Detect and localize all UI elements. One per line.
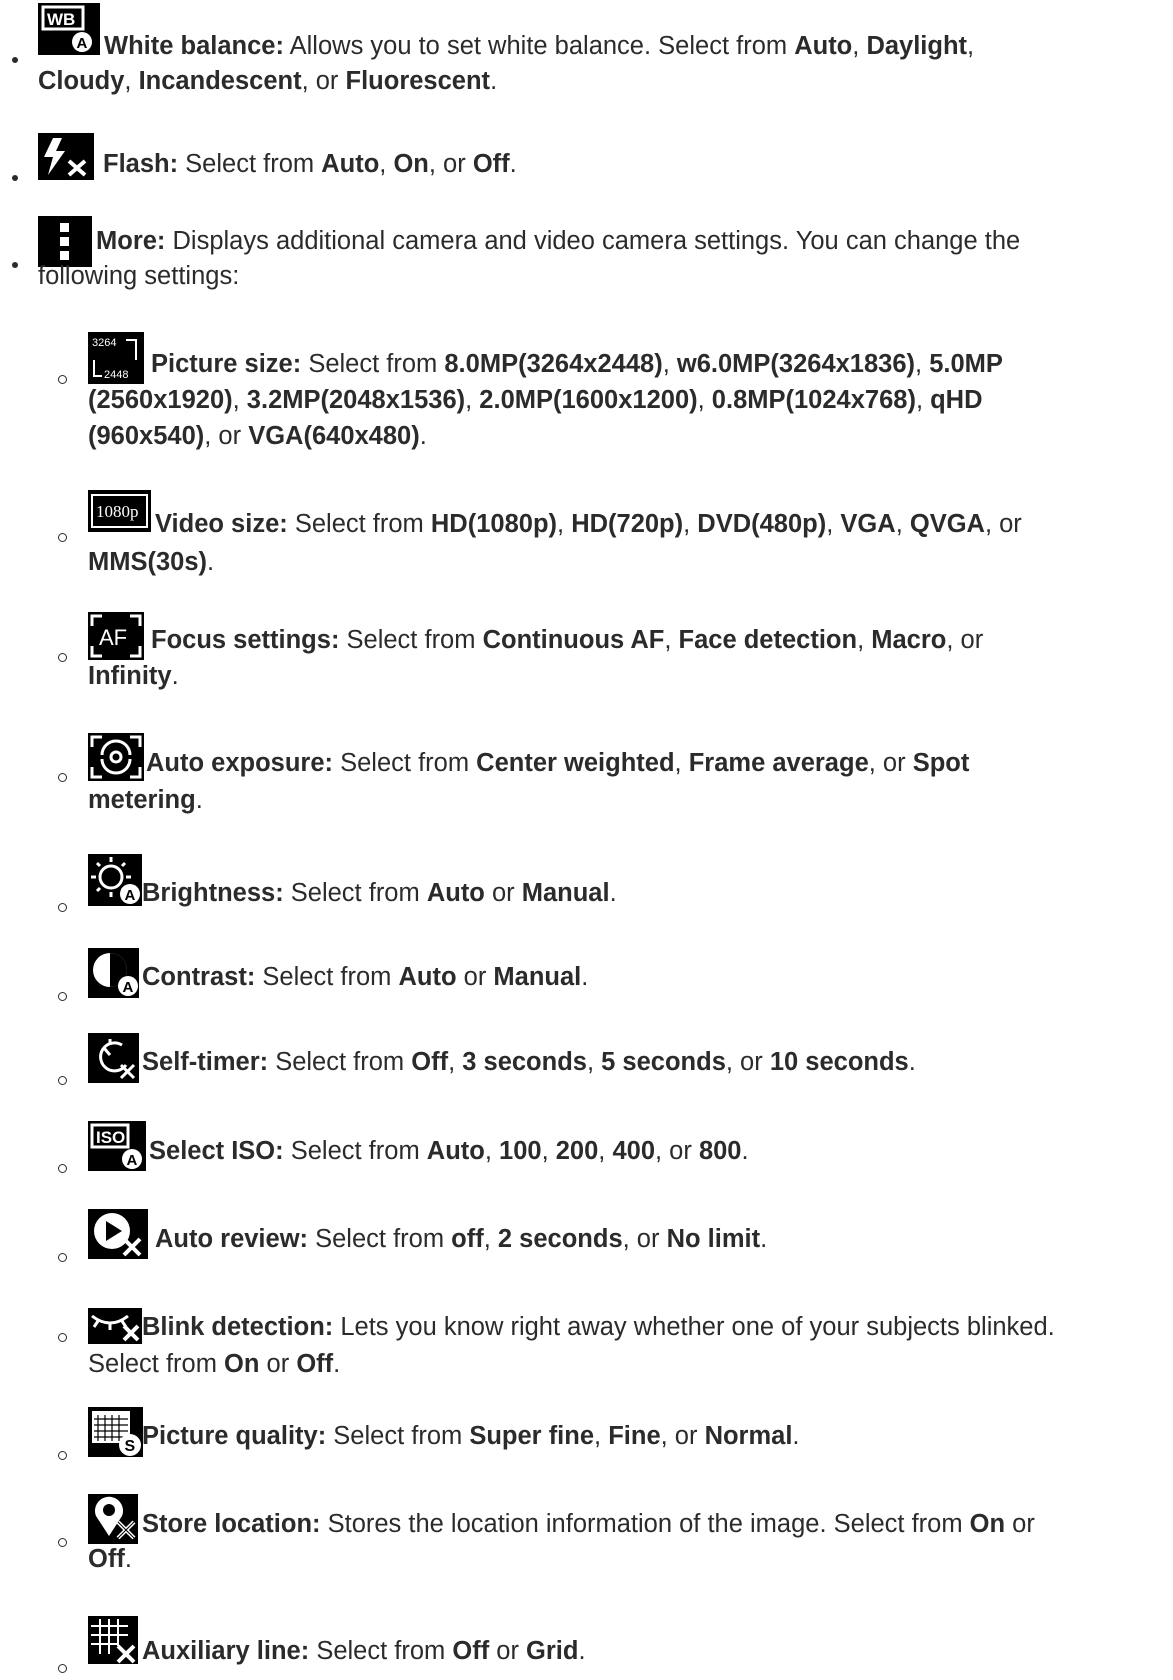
svg-text:A: A [77,35,88,52]
contrast-auto-icon: A [88,948,139,998]
list-item-flash: Flash: Select from Auto, On, or Off. [38,133,1148,183]
auto-exposure-icon [88,733,144,781]
sub-bullet [58,653,67,662]
bullet [12,175,18,181]
list-item-auto-review: Auto review: Select from off, 2 seconds,… [88,1209,1158,1261]
list-item-focus-settings: AF Focus settings: Select from Continuou… [88,612,1158,697]
svg-text:1080p: 1080p [96,502,139,521]
sub-bullet [58,533,67,542]
list-item-auto-exposure: Auto exposure: Select from Center weight… [88,733,1158,816]
list-item-brightness: A Brightness: Select from Auto or Manual… [88,854,1158,908]
svg-text:ISO: ISO [96,1128,125,1147]
svg-text:AF: AF [99,625,127,650]
sub-bullet [58,375,67,384]
svg-text:3264: 3264 [92,337,116,349]
white-balance-auto-icon: WB A [38,3,100,55]
iso-auto-icon: ISO A [88,1121,146,1171]
self-timer-off-icon [88,1033,139,1083]
sub-bullet [58,1538,67,1547]
picture-size-icon: 3264 2448 [88,332,144,384]
focus-af-icon: AF [88,612,144,660]
sub-bullet [58,1333,67,1342]
sub-bullet [58,1451,67,1460]
bullet [12,57,18,63]
svg-text:A: A [125,887,136,904]
auto-review-off-icon [88,1209,148,1259]
store-location-off-icon [88,1494,138,1544]
sub-bullet [58,1164,67,1173]
list-item-contrast: A Contrast: Select from Auto or Manual. [88,948,1158,1000]
bullet [12,262,18,268]
sub-bullet [58,1076,67,1085]
list-item-white-balance: WB A White balance: Allows you to set wh… [38,3,1148,95]
item-label: White balance: [104,32,284,60]
sub-bullet [58,1253,67,1262]
svg-text:WB: WB [47,10,75,29]
list-item-blink-detection: Blink detection: Lets you know right awa… [88,1308,1158,1381]
video-size-icon: 1080p [88,490,151,532]
list-item-more: More: Displays additional camera and vid… [38,216,1148,303]
sub-bullet [58,1664,67,1673]
auxiliary-line-off-icon [88,1616,138,1664]
svg-text:2448: 2448 [104,369,128,381]
sub-bullet [58,992,67,1001]
flash-off-icon [38,133,94,180]
svg-text:A: A [127,1152,138,1169]
svg-text:A: A [123,979,134,996]
sub-bullet [58,903,67,912]
brightness-auto-icon: A [88,854,142,906]
list-item-store-location: Store location: Stores the location info… [88,1494,1158,1579]
list-item-picture-size: 3264 2448 Picture size: Select from 8.0M… [88,332,1158,454]
blink-detection-off-icon [88,1308,142,1344]
sub-bullet [58,773,67,782]
list-item-video-size: 1080p Video size: Select from HD(1080p),… [88,490,1158,577]
list-item-self-timer: Self-timer: Select from Off, 3 seconds, … [88,1033,1158,1085]
svg-text:S: S [125,1438,136,1455]
picture-quality-superfine-icon: S [88,1407,143,1457]
list-item-auxiliary-line: Auxiliary line: Select from Off or Grid. [88,1616,1158,1678]
list-item-picture-quality: S Picture quality: Select from Super fin… [88,1407,1158,1459]
list-item-select-iso: ISO A Select ISO: Select from Auto, 100,… [88,1121,1158,1173]
